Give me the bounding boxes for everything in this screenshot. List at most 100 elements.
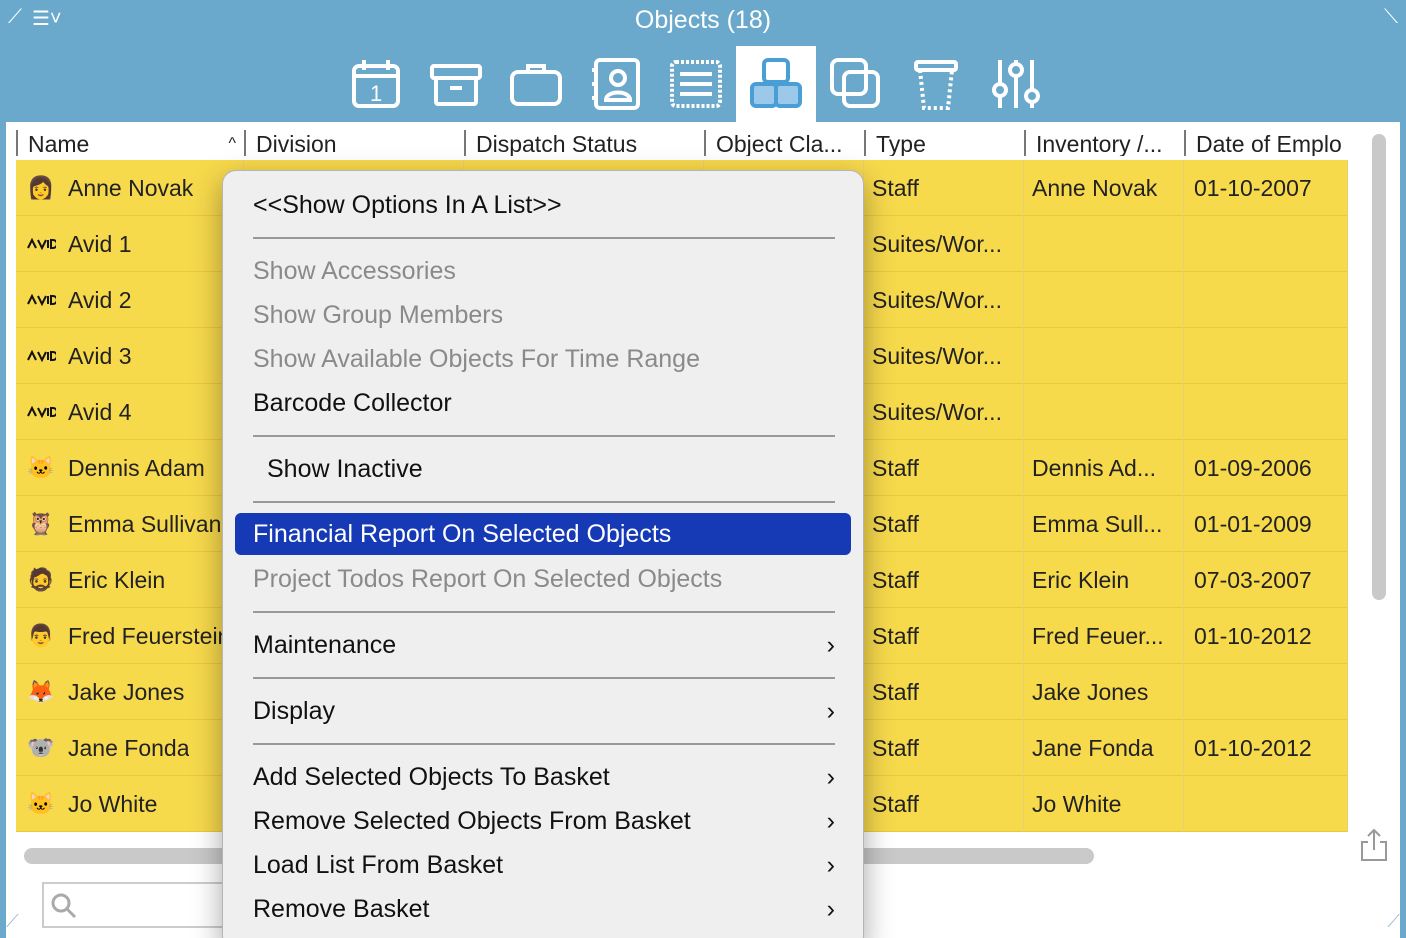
cell-type: Suites/Wor... <box>864 328 1024 384</box>
menu-item-load-list-from-basket[interactable]: Load List From Basket › <box>253 847 835 883</box>
menu-item-financial-report[interactable]: Financial Report On Selected Objects <box>235 513 851 555</box>
search-input[interactable] <box>42 882 232 928</box>
share-icon[interactable] <box>1360 828 1388 862</box>
table-header: Name ^ Division Dispatch Status Object C… <box>16 126 1348 160</box>
cell-inventory: Jake Jones <box>1024 664 1184 720</box>
tool-trash[interactable] <box>896 46 976 122</box>
tool-calendar[interactable]: 1 <box>336 46 416 122</box>
menu-separator <box>253 611 835 613</box>
cell-type: Staff <box>864 160 1024 216</box>
menu-item-barcode-collector[interactable]: Barcode Collector <box>253 385 835 421</box>
avid-logo-icon <box>26 397 56 427</box>
cell-type: Staff <box>864 720 1024 776</box>
avatar-icon: 🦊 <box>27 679 55 704</box>
object-name: Anne Novak <box>68 175 194 201</box>
menu-item-show-inactive[interactable]: Show Inactive <box>267 451 835 487</box>
cell-type: Suites/Wor... <box>864 272 1024 328</box>
tool-copy[interactable] <box>816 46 896 122</box>
search-icon <box>51 893 77 919</box>
objects-icon <box>750 58 802 108</box>
menu-separator <box>253 677 835 679</box>
avatar-icon: 🐱 <box>27 455 55 480</box>
contacts-icon <box>592 58 640 110</box>
cell-date-of-employment <box>1184 664 1348 720</box>
trash-icon <box>914 60 958 110</box>
cell-name: 👩 Anne Novak <box>16 160 244 216</box>
column-header-date-of-employment[interactable]: Date of Emplo <box>1184 130 1348 156</box>
cell-date-of-employment <box>1184 776 1348 832</box>
column-header-dispatch-status[interactable]: Dispatch Status <box>464 130 704 156</box>
cell-date-of-employment <box>1184 216 1348 272</box>
tool-contacts[interactable] <box>576 46 656 122</box>
calendar-icon: 1 <box>352 60 400 108</box>
archive-box-icon <box>430 64 482 106</box>
object-name: Fred Feuerstein <box>68 623 231 649</box>
chevron-right-icon: › <box>826 807 835 835</box>
cell-type: Suites/Wor... <box>864 384 1024 440</box>
cell-inventory: Jane Fonda <box>1024 720 1184 776</box>
chevron-right-icon: › <box>826 631 835 659</box>
cell-date-of-employment: 01-10-2012 <box>1184 608 1348 664</box>
tool-archive[interactable] <box>416 46 496 122</box>
cell-date-of-employment: 01-10-2012 <box>1184 720 1348 776</box>
object-name: Jo White <box>68 791 158 817</box>
menu-item-add-to-basket[interactable]: Add Selected Objects To Basket › <box>253 759 835 795</box>
column-header-inventory[interactable]: Inventory /... <box>1024 130 1184 156</box>
menu-item-remove-from-basket[interactable]: Remove Selected Objects From Basket › <box>253 803 835 839</box>
cell-name: 🦉 Emma Sullivan <box>16 496 244 552</box>
avid-logo-icon <box>26 285 56 315</box>
menu-separator <box>253 743 835 745</box>
resize-handle-right-icon[interactable]: ⟋ <box>1387 911 1400 932</box>
cell-name: 🐨 Jane Fonda <box>16 720 244 776</box>
menu-item-show-available-objects: Show Available Objects For Time Range <box>253 345 700 373</box>
tool-objects[interactable] <box>736 46 816 122</box>
cell-date-of-employment <box>1184 328 1348 384</box>
cell-date-of-employment: 01-10-2007 <box>1184 160 1348 216</box>
avatar-icon: 🐨 <box>27 735 55 760</box>
cell-type: Staff <box>864 776 1024 832</box>
tool-list[interactable] <box>656 46 736 122</box>
cell-date-of-employment <box>1184 272 1348 328</box>
object-name: Dennis Adam <box>68 455 205 481</box>
tool-briefcase[interactable] <box>496 46 576 122</box>
menu-item-show-options-list[interactable]: <<Show Options In A List>> <box>253 187 835 223</box>
cell-type: Staff <box>864 608 1024 664</box>
cell-type: Staff <box>864 496 1024 552</box>
menu-item-show-group-members: Show Group Members <box>253 301 504 329</box>
menu-item-project-todos-report: Project Todos Report On Selected Objects <box>253 565 723 593</box>
chevron-right-icon: › <box>826 763 835 791</box>
object-name: Avid 4 <box>68 399 132 425</box>
briefcase-icon <box>510 64 562 106</box>
menu-separator <box>253 435 835 437</box>
cell-inventory <box>1024 216 1184 272</box>
object-name: Jake Jones <box>68 679 185 705</box>
toolbar: 1 <box>336 46 1056 122</box>
avatar-icon: 🧔 <box>27 567 55 592</box>
column-header-name[interactable]: Name ^ <box>16 130 244 156</box>
cell-type: Staff <box>864 440 1024 496</box>
svg-text:1: 1 <box>370 81 382 106</box>
cell-inventory: Jo White <box>1024 776 1184 832</box>
menu-item-remove-basket[interactable]: Remove Basket › <box>253 891 835 927</box>
vertical-scrollbar[interactable] <box>1372 134 1386 600</box>
cell-inventory: Dennis Ad... <box>1024 440 1184 496</box>
column-header-object-class[interactable]: Object Cla... <box>704 130 864 156</box>
menu-item-display[interactable]: Display › <box>253 693 835 729</box>
object-name: Avid 2 <box>68 287 132 313</box>
column-header-division[interactable]: Division <box>244 130 464 156</box>
tool-sliders[interactable] <box>976 46 1056 122</box>
cell-type: Staff <box>864 552 1024 608</box>
column-header-type[interactable]: Type <box>864 130 1024 156</box>
window-title: Objects (18) <box>634 6 772 34</box>
resize-handle-left-icon[interactable]: ⟋ <box>6 911 19 932</box>
cell-inventory: Eric Klein <box>1024 552 1184 608</box>
expand-icon[interactable]: ⟍ <box>1384 6 1398 29</box>
cell-name: 🐱 Dennis Adam <box>16 440 244 496</box>
cell-date-of-employment: 01-09-2006 <box>1184 440 1348 496</box>
context-menu: <<Show Options In A List>> Show Accessor… <box>222 170 864 938</box>
list-icon <box>670 60 722 108</box>
cell-inventory <box>1024 328 1184 384</box>
menu-item-maintenance[interactable]: Maintenance › <box>253 627 835 663</box>
chevron-right-icon: › <box>826 697 835 725</box>
object-name: Emma Sullivan <box>68 511 222 537</box>
